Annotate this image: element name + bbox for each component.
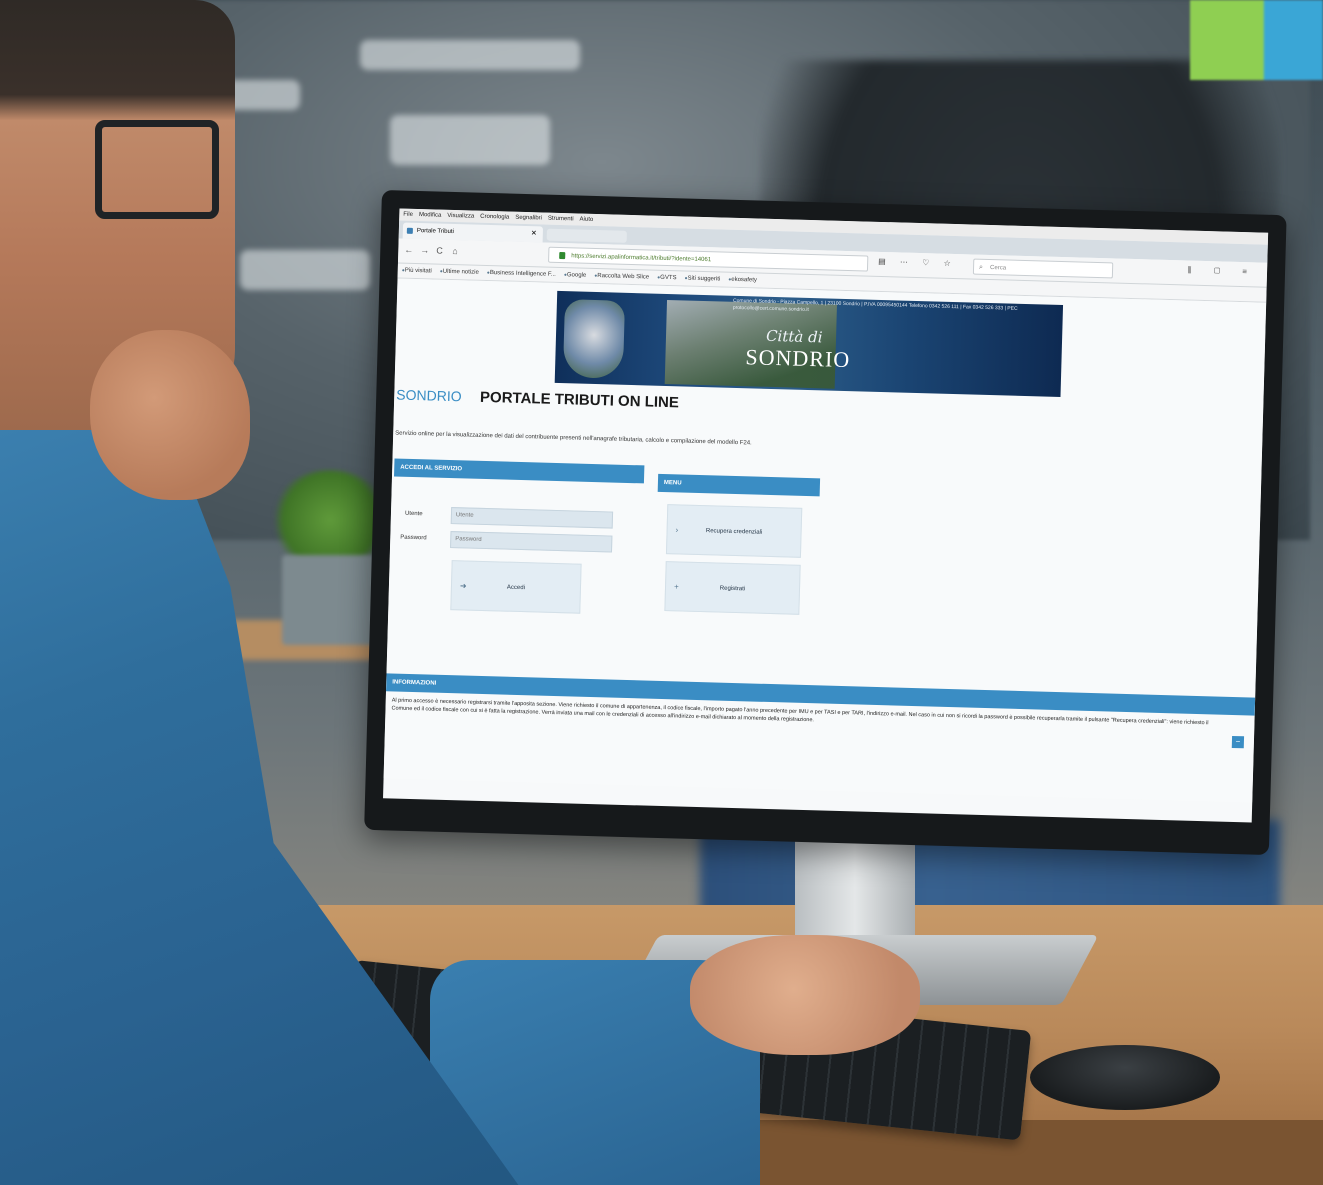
- window-light: [1190, 0, 1323, 80]
- tab-favicon-icon: [406, 227, 413, 234]
- banner-city-name: SONDRIO: [745, 344, 851, 373]
- page-actions-icons[interactable]: ▤ ⋯ ♡ ☆: [878, 257, 957, 268]
- mouse: [1030, 1045, 1220, 1110]
- bookmark-item[interactable]: Ultime notizie: [440, 269, 479, 276]
- password-input[interactable]: [450, 531, 613, 553]
- menu-cronologia[interactable]: Cronologia: [480, 211, 509, 224]
- menu-file[interactable]: File: [403, 209, 413, 221]
- page-header: SONDRIO PORTALE TRIBUTI ON LINE: [396, 386, 679, 412]
- menu-aiuto[interactable]: Aiuto: [579, 214, 593, 226]
- register-button[interactable]: + Registrati: [664, 561, 801, 615]
- man-hand-chin: [90, 330, 250, 500]
- bookmark-item[interactable]: Business Intelligence F...: [487, 270, 556, 278]
- browser-window: File Modifica Visualizza Cronologia Segn…: [383, 208, 1269, 823]
- menu-visualizza[interactable]: Visualizza: [447, 210, 474, 223]
- plant-pot: [282, 555, 377, 645]
- chalk-drawing: [390, 115, 550, 165]
- desk-edge: [720, 1120, 1323, 1185]
- login-button-label: Accedi: [506, 584, 526, 592]
- bookmark-item[interactable]: Siti suggeriti: [684, 275, 720, 283]
- bookmark-item[interactable]: Google: [564, 272, 587, 279]
- recover-credentials-button[interactable]: › Recupera credenziali: [665, 504, 803, 558]
- search-placeholder: Cerca: [989, 265, 1007, 272]
- home-icon[interactable]: ⌂: [452, 246, 458, 256]
- lock-icon: [559, 251, 566, 260]
- man-hand-typing: [690, 935, 920, 1055]
- menu-segnalibri[interactable]: Segnalibri: [515, 212, 542, 225]
- chalk-drawing: [360, 40, 580, 70]
- search-input[interactable]: ⌕ Cerca: [972, 258, 1114, 279]
- chalk-drawing: [240, 250, 370, 290]
- web-page: Comune di Sondrio - Piazza Campello, 1 |…: [383, 278, 1267, 803]
- url-text: https://servizi.apalinformatica.it/tribu…: [571, 253, 712, 264]
- recover-credentials-label: Recupera credenziali: [705, 528, 763, 536]
- username-input[interactable]: [450, 507, 614, 529]
- login-panel-heading: ACCEDI AL SERVIZIO: [394, 458, 645, 484]
- reload-icon[interactable]: C: [436, 246, 443, 256]
- toolbar-icons[interactable]: ⫼ ▢ ≡: [1188, 266, 1257, 278]
- city-banner: Comune di Sondrio - Piazza Campello, 1 |…: [554, 290, 1064, 398]
- plus-icon: +: [673, 582, 679, 592]
- back-icon[interactable]: ←: [404, 245, 413, 255]
- menu-strumenti[interactable]: Strumenti: [548, 213, 574, 226]
- bookmark-item[interactable]: GVTS: [657, 275, 677, 281]
- bookmark-item[interactable]: ekosafety: [728, 277, 757, 284]
- bookmark-item[interactable]: Più visitati: [402, 268, 432, 275]
- page-title: PORTALE TRIBUTI ON LINE: [479, 388, 680, 412]
- menu-panel-heading: MENU: [657, 473, 821, 497]
- monitor: File Modifica Visualizza Cronologia Segn…: [364, 190, 1287, 856]
- username-label: Utente: [404, 510, 423, 518]
- banner-city-prefix: Città di: [765, 326, 823, 347]
- close-icon[interactable]: ✕: [531, 226, 537, 242]
- search-icon: ⌕: [978, 263, 984, 271]
- forward-icon[interactable]: →: [420, 245, 429, 255]
- login-button[interactable]: ➜ Accedi: [450, 560, 582, 614]
- coat-of-arms-icon: [562, 299, 626, 379]
- tab-title: Portale Tributi: [416, 227, 454, 236]
- new-tab[interactable]: [546, 228, 627, 243]
- url-input[interactable]: https://servizi.apalinformatica.it/tribu…: [548, 246, 869, 272]
- register-label: Registrati: [719, 585, 746, 593]
- glasses: [95, 120, 219, 219]
- bookmark-item[interactable]: Raccolta Web Slice: [594, 273, 649, 280]
- page-subtitle: Servizio online per la visualizzazione d…: [395, 430, 752, 447]
- arrow-right-icon: ➜: [459, 581, 467, 591]
- password-label: Password: [400, 534, 427, 542]
- collapse-toggle-icon[interactable]: −: [1231, 735, 1245, 749]
- menu-modifica[interactable]: Modifica: [419, 209, 442, 222]
- brand-logo-text[interactable]: SONDRIO: [396, 386, 462, 404]
- chevron-right-icon: ›: [675, 525, 679, 535]
